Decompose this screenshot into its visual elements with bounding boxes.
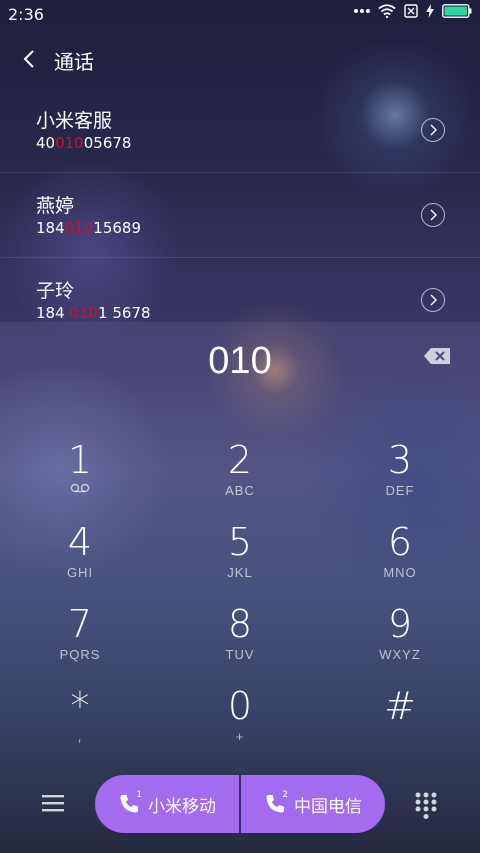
status-icons [354,4,472,18]
key-star[interactable]: * , [0,683,160,765]
voicemail-icon [0,483,160,499]
phone-sim1-icon: 1 [118,790,142,815]
sim2-label: 中国电信 [294,796,362,817]
number-match-highlight: 010 [69,304,99,322]
sim-call-buttons: 1 小米移动 2 中国电信 [95,775,385,833]
key-digit: 8 [227,602,253,646]
key-7[interactable]: 7 PQRS [0,601,160,683]
key-4[interactable]: 4 GHI [0,519,160,601]
key-letters: MNO [383,565,417,580]
chevron-right-icon [430,209,437,221]
key-3[interactable]: 3 DEF [320,437,480,519]
key-hash[interactable]: # [320,683,480,765]
page-title: 通话 [54,50,94,74]
key-1[interactable]: 1 [0,437,160,519]
key-digit: 0 [227,684,253,728]
contact-detail-button[interactable] [421,118,445,142]
backspace-icon [424,348,450,364]
key-digit: 1 [67,438,93,482]
key-digit: 7 [67,602,93,646]
no-sim-icon [404,4,418,18]
contact-row[interactable]: 燕婷 18401015689 [0,173,480,258]
contact-detail-button[interactable] [421,288,445,312]
status-bar: 2:36 [0,0,480,28]
title-bar: 通话 [0,40,480,80]
chevron-right-icon [430,294,437,306]
key-9[interactable]: 9 WXYZ [320,601,480,683]
key-letters: + [235,729,245,744]
contact-detail-button[interactable] [421,203,445,227]
dialed-number-display[interactable]: 010 [0,340,480,383]
key-digit: 6 [387,520,413,564]
menu-button[interactable] [40,792,66,814]
contact-number: 18401015689 [36,219,141,237]
chevron-left-icon [23,50,34,68]
phone-sim2-icon: 2 [264,790,288,815]
contact-name: 小米客服 [36,110,113,132]
key-0[interactable]: 0 + [160,683,320,765]
key-6[interactable]: 6 MNO [320,519,480,601]
contact-name: 燕婷 [36,195,75,217]
chevron-right-icon [430,124,437,136]
contact-results-list: 小米客服 4001005678 燕婷 18401015689 子玲 184 01… [0,88,480,342]
key-letters: WXYZ [379,647,421,662]
contact-row[interactable]: 小米客服 4001005678 [0,88,480,173]
key-letters: PQRS [59,647,101,662]
call-sim1-button[interactable]: 1 小米移动 [95,775,239,833]
key-letters: ABC [225,483,255,498]
status-time: 2:36 [8,5,44,24]
key-letters [320,729,480,745]
charging-icon [426,4,434,18]
key-digit: * [70,684,90,728]
key-letters: , [77,729,83,744]
key-digit: # [384,684,416,728]
keypad-toggle-button[interactable] [414,792,438,820]
sim1-label: 小米移动 [148,796,216,817]
dial-panel: 010 1 2 ABC 3 DEF 4 GHI 5 JKL 6 MNO 7 PQ… [0,322,480,853]
key-digit: 9 [387,602,413,646]
key-letters: JKL [227,565,253,580]
key-2[interactable]: 2 ABC [160,437,320,519]
hamburger-menu-icon [42,795,64,812]
contact-number: 184 0101 5678 [36,304,151,322]
key-5[interactable]: 5 JKL [160,519,320,601]
more-dots-icon [354,8,370,14]
dialpad-icon [415,792,437,819]
number-match-highlight: 010 [55,134,84,152]
key-digit: 3 [387,438,413,482]
backspace-button[interactable] [424,348,450,364]
contact-name: 子玲 [36,280,75,302]
key-digit: 2 [227,438,253,482]
bottom-bar: 1 小米移动 2 中国电信 [0,775,480,835]
battery-icon [442,4,472,18]
key-letters: DEF [385,483,415,498]
wifi-icon [378,4,396,18]
key-digit: 4 [67,520,93,564]
key-letters: TUV [225,647,255,662]
key-8[interactable]: 8 TUV [160,601,320,683]
key-digit: 5 [227,520,253,564]
number-match-highlight: 010 [64,219,94,237]
back-button[interactable] [14,44,44,74]
key-letters: GHI [66,565,94,580]
contact-number: 4001005678 [36,134,132,152]
call-sim2-button[interactable]: 2 中国电信 [241,775,385,833]
